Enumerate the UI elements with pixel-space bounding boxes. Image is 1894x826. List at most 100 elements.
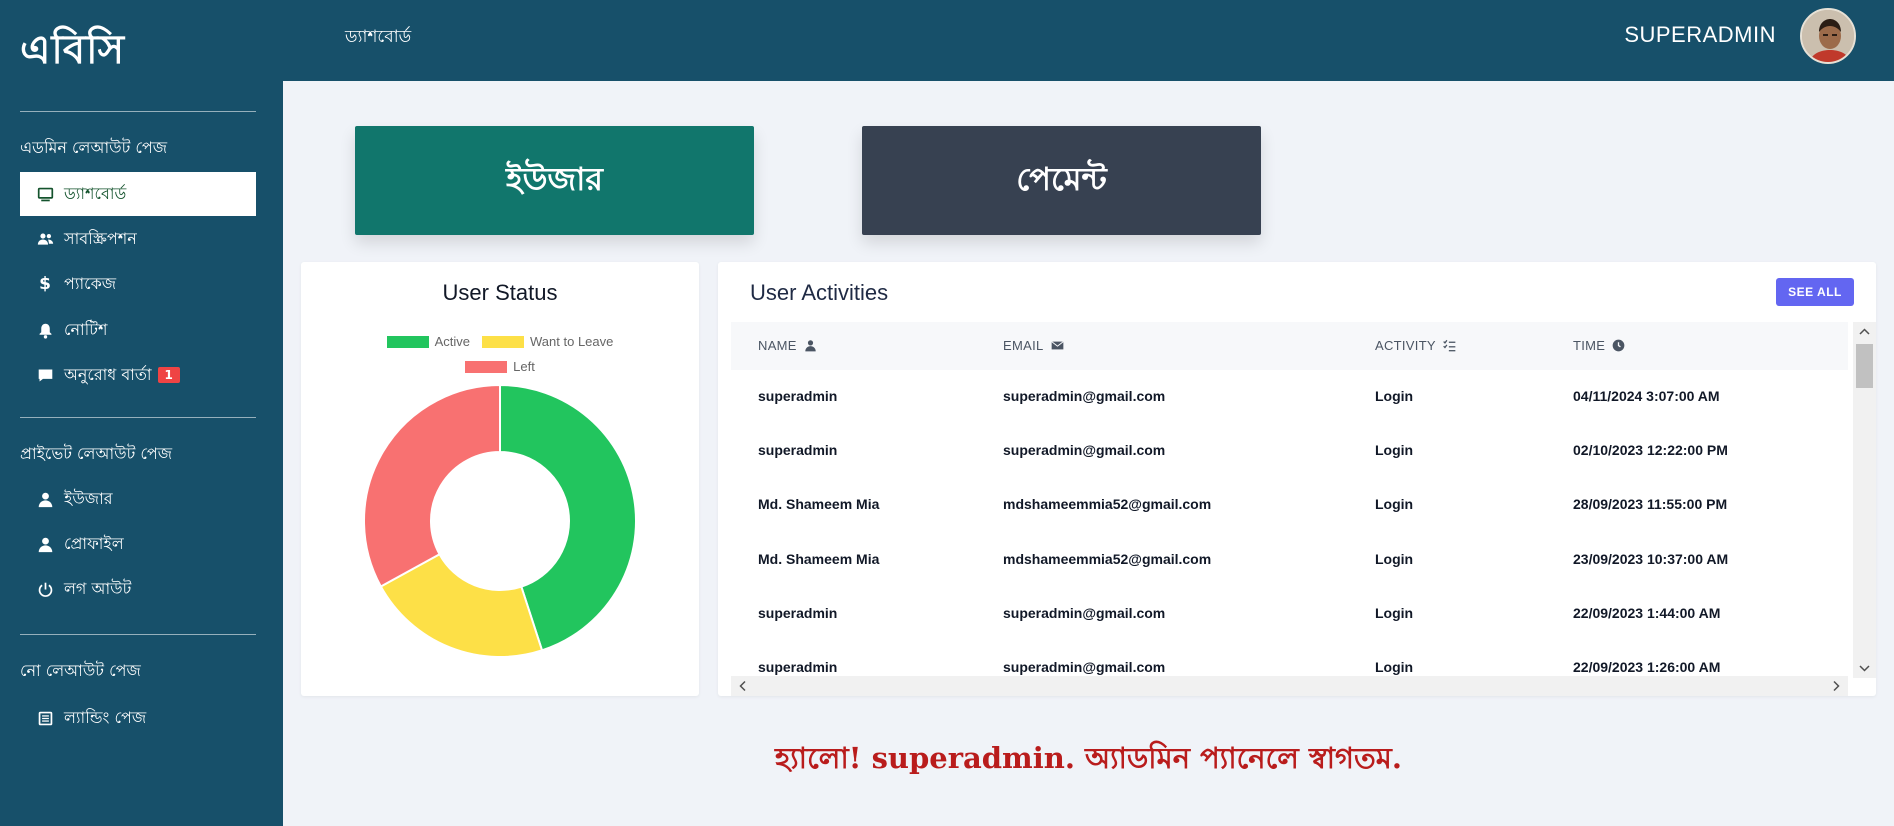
legend-item-left[interactable]: Left xyxy=(465,359,535,374)
cell-name: superadmin xyxy=(758,442,838,458)
table-header: NAME EMAIL ACTIVITY TIME xyxy=(731,322,1848,370)
sidebar-item-label: প্যাকেজ xyxy=(64,273,117,293)
table-row[interactable]: superadmin superadmin@gmail.com Login 04… xyxy=(731,370,1848,424)
scrollbar-thumb[interactable] xyxy=(1856,344,1873,388)
cell-name: superadmin xyxy=(758,605,838,621)
cell-name: superadmin xyxy=(758,659,838,675)
section-title-nolayout: নো লেআউট পেজ xyxy=(20,661,141,680)
avatar[interactable] xyxy=(1800,8,1856,64)
sidebar-item-label: ড্যাশবোর্ড xyxy=(64,183,127,203)
power-icon xyxy=(34,578,56,600)
payment-card-label: পেমেন্ট xyxy=(1016,159,1107,198)
sidebar-item-subscription[interactable]: সাবস্ক্রিপশন xyxy=(20,217,256,261)
cell-email: superadmin@gmail.com xyxy=(1003,659,1166,675)
sidebar-item-label: নোটিশ xyxy=(64,319,108,339)
cell-activity: Login xyxy=(1375,442,1414,458)
username-label[interactable]: SUPERADMIN xyxy=(1624,22,1776,48)
unread-badge: 1 xyxy=(157,367,180,383)
legend-swatch xyxy=(386,335,429,348)
donut-chart xyxy=(363,384,637,658)
donut-slice-left[interactable] xyxy=(363,384,501,588)
sidebar-item-user[interactable]: ইউজার xyxy=(20,477,256,521)
column-label: EMAIL xyxy=(1003,338,1044,353)
sidebar-item-label: প্রোফাইল xyxy=(64,533,124,553)
sidebar: এবিসি এডমিন লেআউট পেজ ড্যাশবোর্ড সাবস্ক্… xyxy=(0,0,283,826)
sidebar-item-logout[interactable]: লগ আউট xyxy=(20,567,256,611)
table-row[interactable]: superadmin superadmin@gmail.com Login 22… xyxy=(731,587,1848,641)
sidebar-item-label: ইউজার xyxy=(64,488,113,508)
user-activities-panel: User Activities SEE ALL NAME EMAIL ACTIV… xyxy=(718,262,1876,696)
bell-icon xyxy=(34,319,56,341)
cell-email: superadmin@gmail.com xyxy=(1003,388,1166,404)
section-title-private: প্রাইভেট লেআউট পেজ xyxy=(20,444,173,463)
sidebar-item-profile[interactable]: প্রোফাইল xyxy=(20,522,256,566)
cell-email: mdshameemmia52@gmail.com xyxy=(1003,551,1212,567)
cell-name: Md. Shameem Mia xyxy=(758,496,880,512)
sidebar-item-landing-page[interactable]: ল্যান্ডিং পেজ xyxy=(20,696,256,740)
chart-title: User Status xyxy=(442,280,558,305)
cell-time: 02/10/2023 12:22:00 PM xyxy=(1573,442,1728,458)
sidebar-item-dashboard[interactable]: ড্যাশবোর্ড xyxy=(20,172,256,216)
monitor-icon xyxy=(34,183,56,205)
column-label: TIME xyxy=(1573,338,1606,353)
cell-activity: Login xyxy=(1375,388,1414,404)
payment-card[interactable]: পেমেন্ট xyxy=(862,126,1261,235)
cell-name: superadmin xyxy=(758,388,838,404)
brand-logo[interactable]: এবিসি xyxy=(20,18,125,85)
section-title-admin: এডমিন লেআউট পেজ xyxy=(20,138,168,157)
cell-activity: Login xyxy=(1375,496,1414,512)
user-status-panel: User Status Active Want to Leave Left xyxy=(301,262,699,696)
chevron-up-icon[interactable] xyxy=(1853,324,1876,340)
legend-label: Active xyxy=(434,334,471,349)
cell-name: Md. Shameem Mia xyxy=(758,551,880,567)
horizontal-scrollbar[interactable] xyxy=(731,676,1848,696)
column-label: NAME xyxy=(758,338,797,353)
cell-email: mdshameemmia52@gmail.com xyxy=(1003,496,1212,512)
cell-email: superadmin@gmail.com xyxy=(1003,442,1166,458)
chevron-down-icon[interactable] xyxy=(1853,660,1876,676)
column-header-name[interactable]: NAME xyxy=(758,338,817,353)
legend-item-active[interactable]: Active xyxy=(386,334,471,349)
top-header: ড্যাশবোর্ড SUPERADMIN xyxy=(283,0,1894,81)
cell-email: superadmin@gmail.com xyxy=(1003,605,1166,621)
users-icon xyxy=(34,228,56,250)
cell-time: 22/09/2023 1:26:00 AM xyxy=(1573,659,1721,675)
cell-time: 04/11/2024 3:07:00 AM xyxy=(1573,388,1720,404)
column-header-email[interactable]: EMAIL xyxy=(1003,338,1064,353)
cell-activity: Login xyxy=(1375,659,1414,675)
column-label: ACTIVITY xyxy=(1375,338,1436,353)
sidebar-item-label: ল্যান্ডিং পেজ xyxy=(64,707,147,727)
table-row[interactable]: Md. Shameem Mia mdshameemmia52@gmail.com… xyxy=(731,478,1848,532)
divider xyxy=(20,417,256,418)
page-title: ড্যাশবোর্ড xyxy=(345,27,412,47)
sidebar-item-request-message[interactable]: অনুরোধ বার্তা 1 xyxy=(20,353,256,397)
legend-item-want-to-leave[interactable]: Want to Leave xyxy=(482,334,613,349)
table-row[interactable]: Md. Shameem Mia mdshameemmia52@gmail.com… xyxy=(731,533,1848,587)
vertical-scrollbar[interactable] xyxy=(1853,322,1876,678)
user-card[interactable]: ইউজার xyxy=(355,126,754,235)
table-row[interactable]: superadmin superadmin@gmail.com Login 02… xyxy=(731,424,1848,478)
chevron-right-icon[interactable] xyxy=(1828,676,1844,696)
column-header-activity[interactable]: ACTIVITY xyxy=(1375,338,1456,353)
legend-label: Want to Leave xyxy=(530,334,614,349)
cell-time: 28/09/2023 11:55:00 PM xyxy=(1573,496,1728,512)
envelope-icon xyxy=(1050,341,1064,350)
legend-label: Left xyxy=(513,359,535,374)
user-icon xyxy=(34,488,56,510)
table-row[interactable]: superadmin superadmin@gmail.com Login 22… xyxy=(731,641,1848,678)
sidebar-item-label: অনুরোধ বার্তা xyxy=(64,364,152,384)
sidebar-item-notice[interactable]: নোটিশ xyxy=(20,308,256,352)
activities-table: NAME EMAIL ACTIVITY TIME superadmin supe… xyxy=(731,322,1848,678)
welcome-message: হ্যালো! superadmin. অ্যাডমিন প্যানেলে স্… xyxy=(775,741,1402,775)
newspaper-icon xyxy=(34,707,56,729)
message-icon xyxy=(34,364,56,386)
chevron-left-icon[interactable] xyxy=(735,676,751,696)
column-header-time[interactable]: TIME xyxy=(1573,338,1625,353)
cell-time: 23/09/2023 10:37:00 AM xyxy=(1573,551,1729,567)
sidebar-item-package[interactable]: $ প্যাকেজ xyxy=(20,262,256,306)
see-all-button[interactable]: SEE ALL xyxy=(1776,278,1854,306)
chart-legend: Active Want to Leave xyxy=(301,334,699,349)
legend-swatch xyxy=(482,335,525,348)
list-check-icon xyxy=(1443,339,1456,352)
legend-swatch xyxy=(465,360,508,373)
